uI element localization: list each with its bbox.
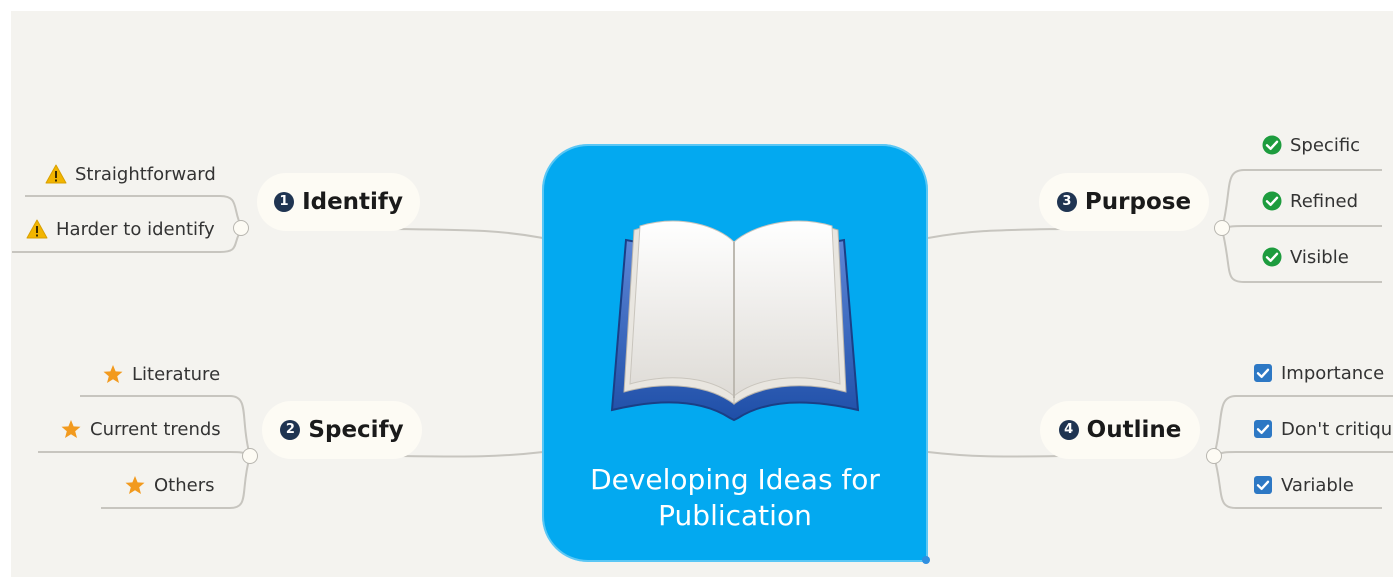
- topic-identify[interactable]: 1 Identify: [257, 173, 420, 231]
- checkbox-icon[interactable]: [1253, 363, 1273, 383]
- subtopic-label: Variable: [1281, 474, 1354, 496]
- subtopic-refined[interactable]: Refined: [1262, 187, 1358, 215]
- topic-label: Outline: [1086, 417, 1182, 443]
- check-circle-icon: [1262, 191, 1282, 211]
- central-topic-title: Developing Ideas for Publication: [542, 462, 928, 534]
- subtopic-current-trends[interactable]: Current trends: [60, 415, 221, 443]
- subtopic-label: Specific: [1290, 134, 1361, 156]
- topic-number-badge: 3: [1056, 192, 1077, 212]
- subtopic-straightforward[interactable]: Straightforward: [45, 160, 216, 188]
- topic-label: Identify: [302, 189, 403, 215]
- branch-node-purpose[interactable]: [1214, 220, 1230, 236]
- central-title-line2: Publication: [658, 499, 812, 532]
- subtopic-specific[interactable]: Specific: [1262, 131, 1360, 159]
- subtopic-label: Refined: [1290, 190, 1359, 212]
- topic-label: Specify: [308, 417, 404, 443]
- star-icon: [102, 364, 124, 384]
- check-circle-icon: [1262, 135, 1282, 155]
- warning-icon: [45, 164, 67, 184]
- checkbox-icon[interactable]: [1253, 475, 1273, 495]
- subtopic-label: Others: [154, 474, 215, 496]
- connector-specify: [399, 451, 544, 458]
- subtopic-dont-critique[interactable]: Don't critique: [1253, 415, 1393, 443]
- branch-node-identify[interactable]: [233, 220, 249, 236]
- subtopic-others[interactable]: Others: [124, 471, 215, 499]
- subtopic-variable[interactable]: Variable: [1253, 471, 1354, 499]
- subtopic-harder-to-identify[interactable]: Harder to identify: [26, 215, 215, 243]
- topic-outline[interactable]: 4 Outline: [1040, 401, 1200, 459]
- subtopic-label: Importance: [1281, 362, 1385, 384]
- topic-number-badge: 1: [274, 192, 295, 212]
- topic-purpose[interactable]: 3 Purpose: [1039, 173, 1209, 231]
- star-icon: [60, 419, 82, 439]
- subtopic-label: Visible: [1290, 246, 1349, 268]
- connector-current-trends: [38, 451, 251, 457]
- topic-number-badge: 4: [1058, 420, 1079, 440]
- central-title-line1: Developing Ideas for: [590, 463, 880, 496]
- connector-identify: [395, 228, 544, 239]
- connector-outline: [927, 451, 1061, 458]
- connector-refined: [1221, 225, 1382, 230]
- subtopic-importance[interactable]: Importance: [1253, 359, 1384, 387]
- resize-handle[interactable]: [922, 556, 930, 564]
- subtopic-label: Don't critique: [1281, 418, 1393, 440]
- warning-icon: [26, 219, 48, 239]
- subtopic-literature[interactable]: Literature: [102, 360, 220, 388]
- subtopic-visible[interactable]: Visible: [1262, 243, 1349, 271]
- branch-node-outline[interactable]: [1206, 448, 1222, 464]
- topic-number-badge: 2: [280, 420, 301, 440]
- subtopic-label: Straightforward: [75, 163, 216, 185]
- check-circle-icon: [1262, 247, 1282, 267]
- subtopic-label: Current trends: [90, 418, 221, 440]
- connector-purpose: [927, 228, 1061, 239]
- subtopic-label: Literature: [132, 363, 221, 385]
- connector-dont-critique: [1213, 451, 1393, 457]
- star-icon: [124, 475, 146, 495]
- topic-label: Purpose: [1084, 189, 1192, 215]
- open-book-icon: [610, 220, 860, 422]
- topic-specify[interactable]: 2 Specify: [262, 401, 422, 459]
- branch-node-specify[interactable]: [242, 448, 258, 464]
- checkbox-icon[interactable]: [1253, 419, 1273, 439]
- subtopic-label: Harder to identify: [56, 218, 215, 240]
